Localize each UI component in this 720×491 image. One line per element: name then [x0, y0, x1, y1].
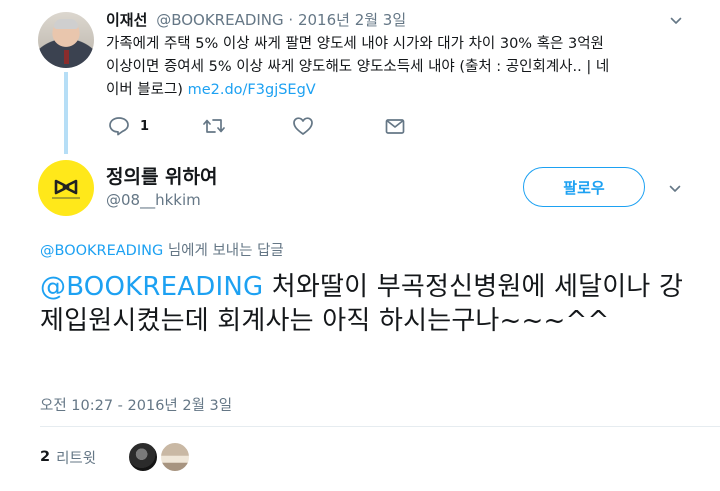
main-avatar[interactable] [38, 160, 94, 216]
parent-tweet-header: 이재선 @BOOKREADING · 2016년 2월 3일 [106, 9, 406, 30]
retweet-icon [202, 116, 226, 136]
main-author-name[interactable]: 정의를 위하여 [106, 162, 218, 189]
thread-line [64, 72, 68, 154]
parent-text-line-2: 이상이면 증여세 5% 이상 싸게 양도해도 양도소득세 내야 (출처 : 공인… [106, 59, 610, 75]
parent-author-meta: @BOOKREADING · 2016년 2월 3일 [156, 11, 407, 29]
parent-tweet-text: 가족에게 주택 5% 이상 싸게 팔면 양도세 내야 시가와 대가 차이 30%… [106, 33, 686, 102]
retweet-label: 리트윗 [56, 450, 97, 467]
caret-down-icon[interactable] [670, 15, 682, 27]
main-tweet-text: @BOOKREADING 처와딸이 부곡정신병원에 세달이나 강제입원시켰는데 … [40, 270, 700, 338]
retweeter-avatar[interactable] [128, 442, 158, 472]
divider [40, 426, 720, 427]
parent-text-line-3: 이버 블로그) me2.do/F3gjSEgV [106, 79, 686, 102]
replying-to-line: @BOOKREADING 님에게 보내는 답글 [40, 239, 284, 260]
main-tweet-mention[interactable]: @BOOKREADING [40, 272, 263, 302]
parent-tweet-link[interactable]: me2.do/F3gjSEgV [188, 82, 316, 98]
like-icon [292, 116, 314, 136]
parent-text-line-1: 가족에게 주택 5% 이상 싸게 팔면 양도세 내야 시가와 대가 차이 30%… [106, 36, 604, 52]
caret-down-icon[interactable] [669, 183, 681, 195]
tweet-timestamp[interactable]: 오전 10:27 - 2016년 2월 3일 [40, 394, 232, 415]
retweet-button[interactable] [202, 114, 226, 138]
avatar-hair-shape [54, 19, 78, 29]
message-icon [384, 116, 406, 136]
avatar-tie-shape [64, 50, 69, 64]
reply-button[interactable]: 1 [108, 114, 149, 138]
retweeter-avatar[interactable] [160, 442, 190, 472]
main-author-handle[interactable]: @08__hkkim [106, 191, 201, 209]
reply-count: 1 [140, 118, 150, 134]
message-button[interactable] [384, 114, 406, 138]
like-button[interactable] [292, 114, 314, 138]
follow-button[interactable]: 팔로우 [523, 167, 645, 207]
retweet-count: 2 [40, 449, 51, 465]
parent-text-line-3-prefix: 이버 블로그) [106, 82, 188, 98]
retweet-stats[interactable]: 2 리트윗 [40, 444, 96, 470]
parent-tweet-actions: 1 [106, 114, 426, 138]
reply-icon [108, 116, 130, 136]
replying-to-handle[interactable]: @BOOKREADING [40, 243, 163, 259]
replying-to-suffix: 님에게 보내는 답글 [163, 243, 284, 259]
parent-author-name[interactable]: 이재선 [106, 11, 147, 29]
bowtie-logo-icon [52, 179, 80, 199]
parent-avatar[interactable] [38, 12, 94, 68]
